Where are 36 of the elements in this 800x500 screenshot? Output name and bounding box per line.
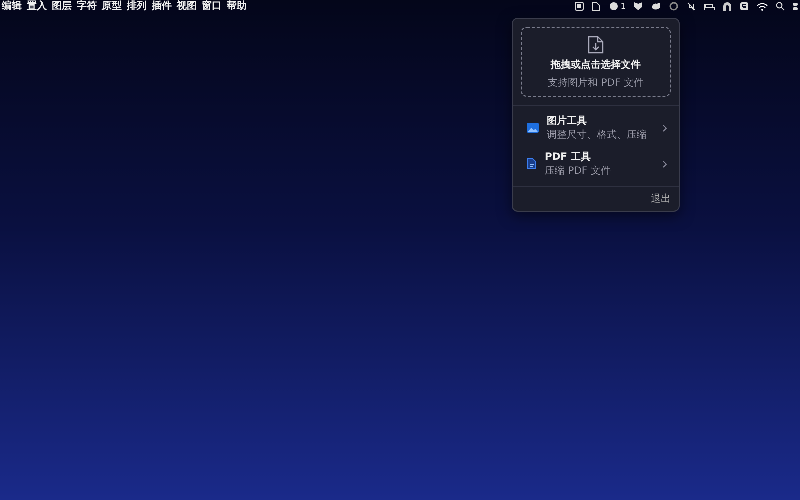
ring-icon[interactable] — [669, 2, 679, 11]
chevron-icon — [663, 124, 667, 132]
wifi-icon[interactable] — [757, 2, 768, 10]
shield-icon[interactable] — [634, 2, 643, 11]
quit-button[interactable]: 退出 — [651, 192, 671, 206]
tool-title: 图片工具 — [547, 114, 588, 128]
menu-item[interactable]: 置入 — [26, 0, 48, 12]
notification-count: 1 — [620, 2, 626, 11]
file-download-icon — [588, 36, 604, 54]
sync-icon[interactable] — [740, 2, 749, 11]
app-icon[interactable] — [574, 2, 584, 11]
search-icon[interactable] — [776, 2, 785, 11]
bed-icon[interactable] — [704, 2, 715, 10]
drop-zone[interactable]: 拖拽或点击选择文件 支持图片和 PDF 文件 — [521, 27, 671, 97]
arch-icon[interactable] — [723, 2, 732, 11]
tool-description: 压缩 PDF 文件 — [545, 164, 612, 178]
menu-item[interactable]: 图层 — [51, 0, 73, 12]
tool-description: 调整尺寸、格式、压缩 — [547, 128, 648, 142]
image-icon — [527, 123, 539, 133]
file-icon — [527, 158, 537, 170]
tool-title: PDF 工具 — [545, 150, 592, 164]
tool-item[interactable]: PDF 工具 压缩 PDF 文件 — [513, 146, 679, 182]
menu-item[interactable]: 原型 — [101, 0, 123, 12]
document-icon[interactable] — [592, 2, 601, 12]
drop-hint: 支持图片和 PDF 文件 — [548, 76, 644, 90]
menu-item[interactable]: 视图 — [176, 0, 198, 12]
menu-item[interactable]: 排列 — [126, 0, 148, 12]
menu-item[interactable]: 窗口 — [201, 0, 223, 12]
menu-item[interactable]: 字符 — [76, 0, 98, 12]
control-center-icon[interactable] — [793, 2, 798, 11]
menu-item[interactable]: 帮助 — [226, 0, 248, 12]
chevron-icon — [663, 160, 667, 168]
drop-title: 拖拽或点击选择文件 — [551, 58, 641, 72]
menu-item[interactable]: 插件 — [151, 0, 173, 12]
tool-item[interactable]: 图片工具 调整尺寸、格式、压缩 — [513, 110, 679, 146]
menu-item[interactable]: 编辑 — [1, 0, 23, 12]
